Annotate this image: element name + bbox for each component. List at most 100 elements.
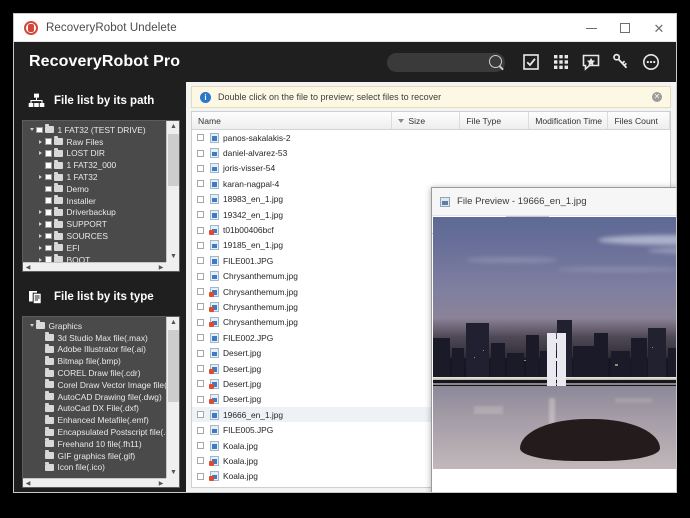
tree-item[interactable]: 1 FAT32 (TEST DRIVE) bbox=[23, 124, 166, 136]
file-row-checkbox[interactable] bbox=[197, 196, 204, 203]
file-row-checkbox[interactable] bbox=[197, 227, 204, 234]
file-row-checkbox[interactable] bbox=[197, 150, 204, 157]
tree-item-checkbox[interactable] bbox=[45, 162, 52, 169]
file-row-checkbox[interactable] bbox=[197, 473, 204, 480]
scroll-up-icon[interactable]: ▲ bbox=[167, 121, 180, 132]
chevron-right-icon[interactable] bbox=[39, 151, 42, 155]
file-list-row[interactable]: joris-visser-54 bbox=[192, 161, 670, 176]
scroll-right-icon[interactable]: ▶ bbox=[156, 479, 166, 488]
tree-item-checkbox[interactable] bbox=[45, 138, 52, 145]
tree-item[interactable]: 3d Studio Max file(.max) bbox=[23, 332, 166, 344]
tree-item[interactable]: Graphics bbox=[23, 320, 166, 332]
tree-item[interactable]: GIF graphics file(.gif) bbox=[23, 450, 166, 462]
scroll-down-icon[interactable]: ▼ bbox=[167, 251, 180, 262]
scroll-left-icon[interactable]: ◀ bbox=[23, 479, 33, 488]
chevron-right-icon[interactable] bbox=[39, 246, 42, 250]
tree-item[interactable]: Driverbackup bbox=[23, 207, 166, 219]
tree-item[interactable]: EFI bbox=[23, 242, 166, 254]
tree-item[interactable]: BOOT bbox=[23, 254, 166, 262]
chevron-right-icon[interactable] bbox=[39, 234, 42, 238]
window-maximize-button[interactable] bbox=[608, 14, 642, 42]
file-row-checkbox[interactable] bbox=[197, 134, 204, 141]
file-list-row[interactable]: panos-sakalakis-2 bbox=[192, 130, 670, 145]
file-row-checkbox[interactable] bbox=[197, 242, 204, 249]
file-row-checkbox[interactable] bbox=[197, 319, 204, 326]
type-tree[interactable]: Graphics3d Studio Max file(.max)Adobe Il… bbox=[23, 317, 166, 478]
tree-item-checkbox[interactable] bbox=[45, 174, 52, 181]
tree-item[interactable]: LOST DIR bbox=[23, 148, 166, 160]
notice-close-button[interactable]: ✕ bbox=[652, 92, 662, 102]
grid-view-icon[interactable] bbox=[550, 51, 572, 73]
scroll-left-icon[interactable]: ◀ bbox=[23, 263, 33, 272]
scrollbar-thumb[interactable] bbox=[168, 134, 179, 186]
tree-item-checkbox[interactable] bbox=[45, 150, 52, 157]
tree-item[interactable]: Freehand 10 file(.fh11) bbox=[23, 438, 166, 450]
file-row-checkbox[interactable] bbox=[197, 303, 204, 310]
window-close-button[interactable]: ✕ bbox=[642, 14, 676, 42]
tree-item-checkbox[interactable] bbox=[45, 209, 52, 216]
tree-item[interactable]: Icon file(.ico) bbox=[23, 462, 166, 474]
file-row-checkbox[interactable] bbox=[197, 365, 204, 372]
scrollbar-thumb[interactable] bbox=[168, 330, 179, 402]
file-row-checkbox[interactable] bbox=[197, 180, 204, 187]
chevron-down-icon[interactable] bbox=[30, 128, 34, 131]
file-row-checkbox[interactable] bbox=[197, 288, 204, 295]
type-tree-vertical-scrollbar[interactable]: ▲ ▼ bbox=[166, 317, 179, 478]
file-row-checkbox[interactable] bbox=[197, 411, 204, 418]
tree-item[interactable]: Encapsulated Postscript file(.eps) bbox=[23, 426, 166, 438]
tree-item[interactable]: Demo bbox=[23, 183, 166, 195]
file-row-checkbox[interactable] bbox=[197, 427, 204, 434]
tree-item[interactable]: Installer bbox=[23, 195, 166, 207]
file-row-checkbox[interactable] bbox=[197, 165, 204, 172]
tree-item-checkbox[interactable] bbox=[36, 127, 43, 134]
tree-item-checkbox[interactable] bbox=[45, 221, 52, 228]
column-header[interactable]: Modification Time bbox=[529, 112, 608, 129]
tree-item[interactable]: SUPPORT bbox=[23, 218, 166, 230]
feedback-star-icon[interactable] bbox=[580, 51, 602, 73]
file-row-checkbox[interactable] bbox=[197, 334, 204, 341]
column-header[interactable]: Files Count bbox=[608, 112, 670, 129]
more-options-icon[interactable] bbox=[640, 51, 662, 73]
tree-item-checkbox[interactable] bbox=[45, 197, 52, 204]
tree-item[interactable]: Corel Draw Vector Image file(.cmx) bbox=[23, 379, 166, 391]
chevron-right-icon[interactable] bbox=[39, 175, 42, 179]
path-tree[interactable]: 1 FAT32 (TEST DRIVE)Raw FilesLOST DIR1 F… bbox=[23, 121, 166, 262]
tree-item[interactable]: Adobe Illustrator file(.ai) bbox=[23, 344, 166, 356]
tree-item[interactable]: 1 FAT32 bbox=[23, 171, 166, 183]
tree-item[interactable]: COREL Draw file(.cdr) bbox=[23, 367, 166, 379]
column-header[interactable]: Size bbox=[392, 112, 460, 129]
tree-item[interactable]: Raw Files bbox=[23, 136, 166, 148]
column-header[interactable]: Name bbox=[192, 112, 392, 129]
register-key-icon[interactable] bbox=[610, 51, 632, 73]
sidebar-header-type[interactable]: File list by its type bbox=[14, 278, 186, 316]
file-row-checkbox[interactable] bbox=[197, 396, 204, 403]
file-row-checkbox[interactable] bbox=[197, 442, 204, 449]
file-row-checkbox[interactable] bbox=[197, 257, 204, 264]
path-tree-horizontal-scrollbar[interactable]: ◀ ▶ bbox=[23, 262, 166, 271]
file-row-checkbox[interactable] bbox=[197, 273, 204, 280]
file-list-row[interactable]: daniel-alvarez-53 bbox=[192, 145, 670, 160]
tree-item[interactable]: Enhanced Metafile(.emf) bbox=[23, 414, 166, 426]
tree-item-checkbox[interactable] bbox=[45, 245, 52, 252]
tree-item-checkbox[interactable] bbox=[45, 233, 52, 240]
select-all-checkbox-icon[interactable] bbox=[520, 51, 542, 73]
tree-item-checkbox[interactable] bbox=[45, 186, 52, 193]
search-input[interactable] bbox=[387, 53, 505, 72]
tree-item[interactable]: AutoCad DX File(.dxf) bbox=[23, 403, 166, 415]
tree-item[interactable]: SOURCES bbox=[23, 230, 166, 242]
file-row-checkbox[interactable] bbox=[197, 211, 204, 218]
scroll-up-icon[interactable]: ▲ bbox=[167, 317, 180, 328]
path-tree-vertical-scrollbar[interactable]: ▲ ▼ bbox=[166, 121, 179, 262]
tree-item[interactable]: 1 FAT32_000 bbox=[23, 159, 166, 171]
tree-item[interactable]: AutoCAD Drawing file(.dwg) bbox=[23, 391, 166, 403]
chevron-right-icon[interactable] bbox=[39, 222, 42, 226]
type-tree-horizontal-scrollbar[interactable]: ◀ ▶ bbox=[23, 478, 166, 487]
scroll-down-icon[interactable]: ▼ bbox=[167, 467, 180, 478]
file-row-checkbox[interactable] bbox=[197, 457, 204, 464]
sidebar-header-path[interactable]: File list by its path bbox=[14, 82, 186, 120]
tree-item[interactable]: Bitmap file(.bmp) bbox=[23, 355, 166, 367]
window-minimize-button[interactable] bbox=[574, 14, 608, 42]
column-header[interactable]: File Type bbox=[460, 112, 529, 129]
file-row-checkbox[interactable] bbox=[197, 380, 204, 387]
file-row-checkbox[interactable] bbox=[197, 350, 204, 357]
